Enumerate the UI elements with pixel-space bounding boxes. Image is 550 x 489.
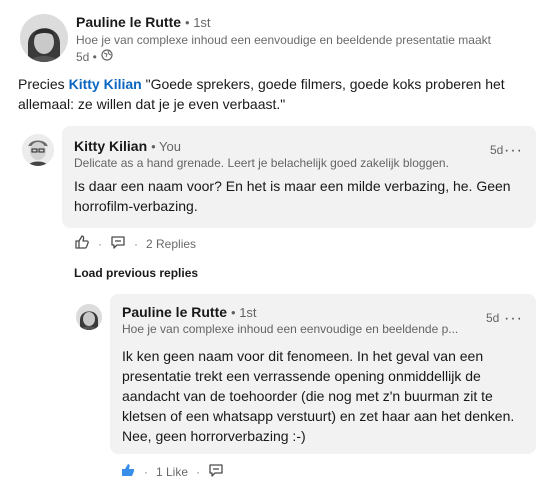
commenter-avatar[interactable] [22, 134, 54, 166]
comment-actions: · · 2 Replies [74, 234, 196, 253]
like-count[interactable]: 1 Like [156, 465, 188, 479]
replier-avatar[interactable] [76, 304, 102, 330]
avatar-image [22, 134, 54, 166]
comment-header: Kitty Kilian • You [74, 138, 181, 154]
reply-bubble: Pauline le Rutte • 1st Hoe je van comple… [110, 294, 536, 454]
mention-link[interactable]: Kitty Kilian [69, 76, 142, 92]
like-icon[interactable] [120, 462, 136, 481]
connection-degree: • 1st [185, 15, 211, 30]
reply-time: 5d [486, 311, 500, 325]
author-avatar[interactable] [20, 14, 68, 62]
avatar-image [76, 304, 102, 330]
reply-actions: · 1 Like · [120, 462, 224, 481]
reply-text: Ik ken geen naam voor dit fenomeen. In h… [122, 348, 515, 444]
action-separator: · [134, 236, 138, 251]
author-name[interactable]: Pauline le Rutte [76, 14, 181, 30]
comment-time: 5d [490, 143, 504, 157]
action-separator: · [144, 464, 148, 479]
post-body: Precies Kitty Kilian "Goede sprekers, go… [18, 74, 538, 114]
post-header: Pauline le Rutte • 1st Hoe je van comple… [76, 14, 536, 64]
action-separator: · [196, 464, 201, 479]
comment-icon[interactable] [208, 462, 224, 481]
replier-headline: Hoe je van complexe inhoud een eenvoudig… [122, 322, 459, 336]
like-icon[interactable] [74, 234, 90, 253]
globe-icon [101, 49, 113, 64]
replies-count[interactable]: 2 Replies [146, 237, 196, 251]
avatar-image [20, 14, 68, 62]
replier-name[interactable]: Pauline le Rutte [122, 304, 227, 320]
action-separator: · [98, 236, 102, 251]
comment-bubble: Kitty Kilian • You Delicate as a hand gr… [62, 126, 536, 228]
post-text-prefix: Precies [18, 76, 69, 92]
reply-header: Pauline le Rutte • 1st [122, 304, 257, 320]
comment-text: Is daar een naam voor? En het is maar ee… [74, 178, 511, 214]
comment-icon[interactable] [110, 234, 126, 253]
more-icon[interactable]: ··· [504, 311, 523, 327]
commenter-degree: • You [151, 139, 181, 154]
post-age: 5d • [76, 49, 97, 64]
replier-degree: • 1st [231, 305, 257, 320]
commenter-name[interactable]: Kitty Kilian [74, 138, 147, 154]
post-meta: 5d • [76, 49, 536, 64]
commenter-headline: Delicate as a hand grenade. Leert je bel… [74, 156, 449, 170]
author-headline: Hoe je van complexe inhoud een eenvoudig… [76, 33, 491, 47]
load-previous-replies[interactable]: Load previous replies [74, 266, 198, 280]
more-icon[interactable]: ··· [504, 143, 523, 159]
